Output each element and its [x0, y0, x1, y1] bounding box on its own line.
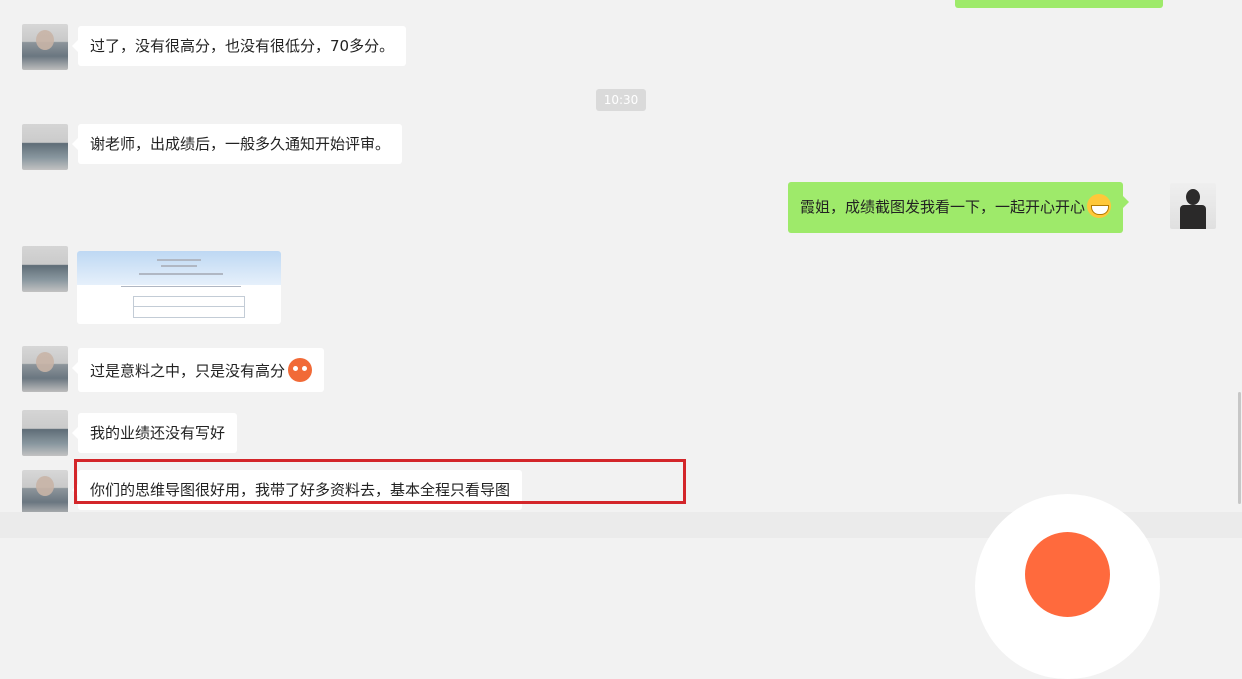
contact-avatar[interactable] — [22, 410, 68, 456]
message-bubble[interactable]: 过了，没有很高分，也没有很低分，70多分。 — [71, 26, 407, 66]
image-text-line — [161, 265, 197, 267]
grin-emoji — [1087, 194, 1112, 218]
contact-avatar[interactable] — [22, 246, 68, 292]
floating-action-button[interactable] — [975, 494, 1160, 679]
contact-avatar[interactable] — [22, 346, 68, 392]
chat-message-list[interactable]: 过了，没有很高分，也没有很低分，70多分。 10:30 谢老师，出成绩后，一般多… — [0, 0, 1242, 512]
highlight-box — [74, 459, 686, 504]
image-text-line — [157, 259, 201, 261]
contact-avatar[interactable] — [22, 124, 68, 170]
my-message-bubble[interactable]: 霞姐，成绩截图发我看一下，一起开心开心 — [788, 182, 1130, 233]
image-table — [133, 296, 245, 318]
image-header-area — [77, 251, 281, 285]
image-message-thumbnail[interactable] — [77, 251, 281, 324]
message-bubble[interactable]: 过是意料之中，只是没有高分 — [71, 348, 325, 392]
scrollbar-thumb[interactable] — [1238, 392, 1241, 504]
message-bubble[interactable]: 谢老师，出成绩后，一般多久通知开始评审。 — [71, 124, 403, 164]
contact-avatar[interactable] — [22, 24, 68, 70]
sad-emoji — [288, 358, 313, 382]
my-avatar[interactable] — [1170, 183, 1216, 229]
message-text: 霞姐，成绩截图发我看一下，一起开心开心 — [800, 198, 1086, 216]
message-bubble[interactable]: 我的业绩还没有写好 — [71, 413, 238, 453]
image-text-line — [121, 286, 241, 287]
previous-my-message-bubble[interactable] — [955, 0, 1163, 8]
contact-avatar[interactable] — [22, 470, 68, 512]
message-text: 过是意料之中，只是没有高分 — [90, 362, 286, 380]
image-text-line — [139, 273, 223, 275]
message-timestamp: 10:30 — [596, 89, 646, 111]
